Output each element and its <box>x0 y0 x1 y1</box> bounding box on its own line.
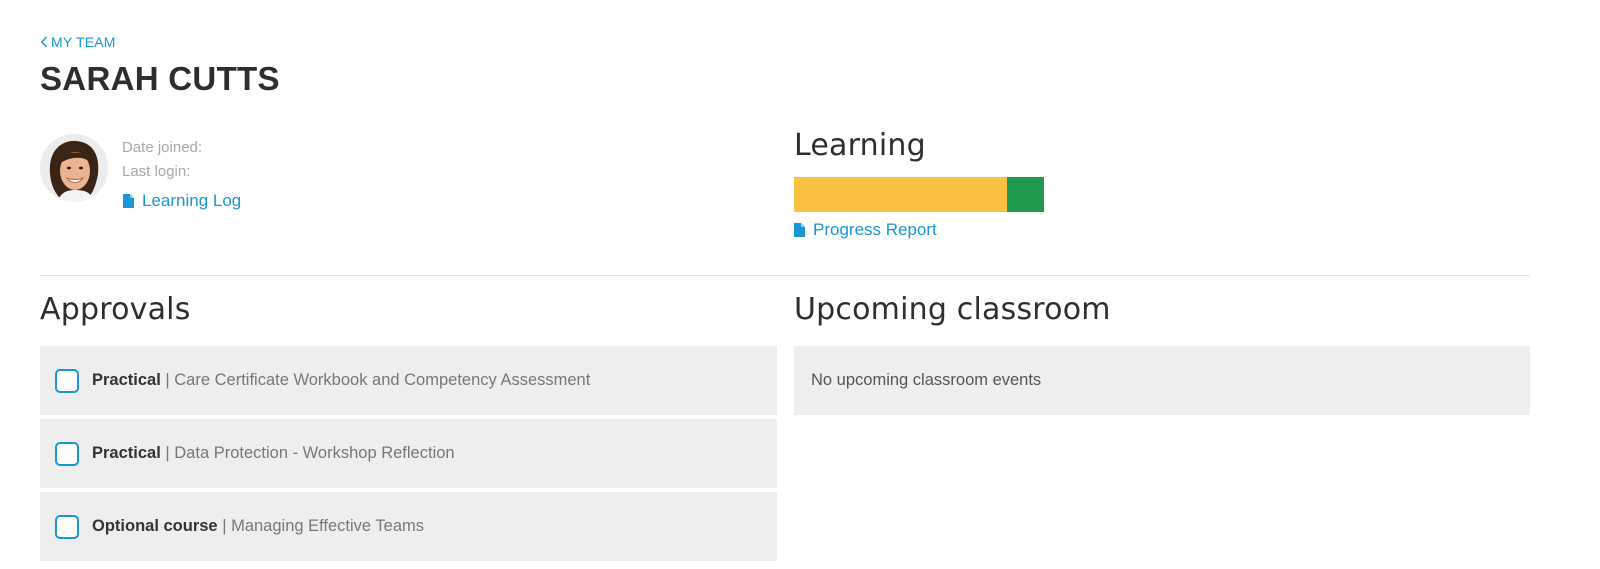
progress-report-link[interactable]: Progress Report <box>794 220 937 240</box>
last-login-label: Last login: <box>122 163 191 180</box>
approval-type: Practical <box>92 371 161 389</box>
back-link-label: MY TEAM <box>51 34 116 50</box>
date-joined-label: Date joined: <box>122 139 203 156</box>
progress-in-progress-segment <box>794 177 1007 212</box>
approval-item: Practical | Care Certificate Workbook an… <box>40 346 777 415</box>
approval-text: Practical | Care Certificate Workbook an… <box>92 371 590 390</box>
approval-checkbox[interactable] <box>55 368 79 393</box>
back-to-my-team-link[interactable]: MY TEAM <box>40 34 116 50</box>
approval-separator: | <box>160 444 175 462</box>
learning-log-label: Learning Log <box>142 191 242 210</box>
approval-type: Optional course <box>92 517 218 535</box>
approval-separator: | <box>160 371 175 389</box>
page-title: SARAH CUTTS <box>40 60 280 97</box>
avatar <box>40 134 108 202</box>
approval-name: Managing Effective Teams <box>231 517 424 535</box>
document-icon <box>123 194 134 208</box>
document-icon <box>794 223 805 237</box>
no-upcoming-events-message: No upcoming classroom events <box>811 371 1042 389</box>
approval-checkbox[interactable] <box>55 514 79 539</box>
approval-type: Practical <box>92 444 161 462</box>
learning-progress-bar <box>794 177 1044 212</box>
learning-title: Learning <box>794 128 926 163</box>
approval-checkbox[interactable] <box>55 441 79 466</box>
upcoming-classroom-panel: No upcoming classroom events <box>794 346 1530 415</box>
approvals-list: Practical | Care Certificate Workbook an… <box>40 346 777 565</box>
approval-text: Optional course | Managing Effective Tea… <box>92 517 424 536</box>
progress-complete-segment <box>1006 177 1044 212</box>
progress-report-label: Progress Report <box>813 220 937 239</box>
approval-separator: | <box>217 517 232 535</box>
approval-item: Practical | Data Protection - Workshop R… <box>40 419 777 488</box>
approval-item: Optional course | Managing Effective Tea… <box>40 492 777 561</box>
learning-log-link[interactable]: Learning Log <box>123 191 241 211</box>
approval-name: Care Certificate Workbook and Competency… <box>174 371 591 389</box>
approval-name: Data Protection - Workshop Reflection <box>174 444 455 462</box>
chevron-left-icon <box>40 36 48 48</box>
approval-text: Practical | Data Protection - Workshop R… <box>92 444 455 463</box>
section-divider <box>40 275 1530 276</box>
approvals-title: Approvals <box>40 292 191 327</box>
upcoming-classroom-title: Upcoming classroom <box>794 292 1111 327</box>
person-photo-icon <box>40 134 108 202</box>
